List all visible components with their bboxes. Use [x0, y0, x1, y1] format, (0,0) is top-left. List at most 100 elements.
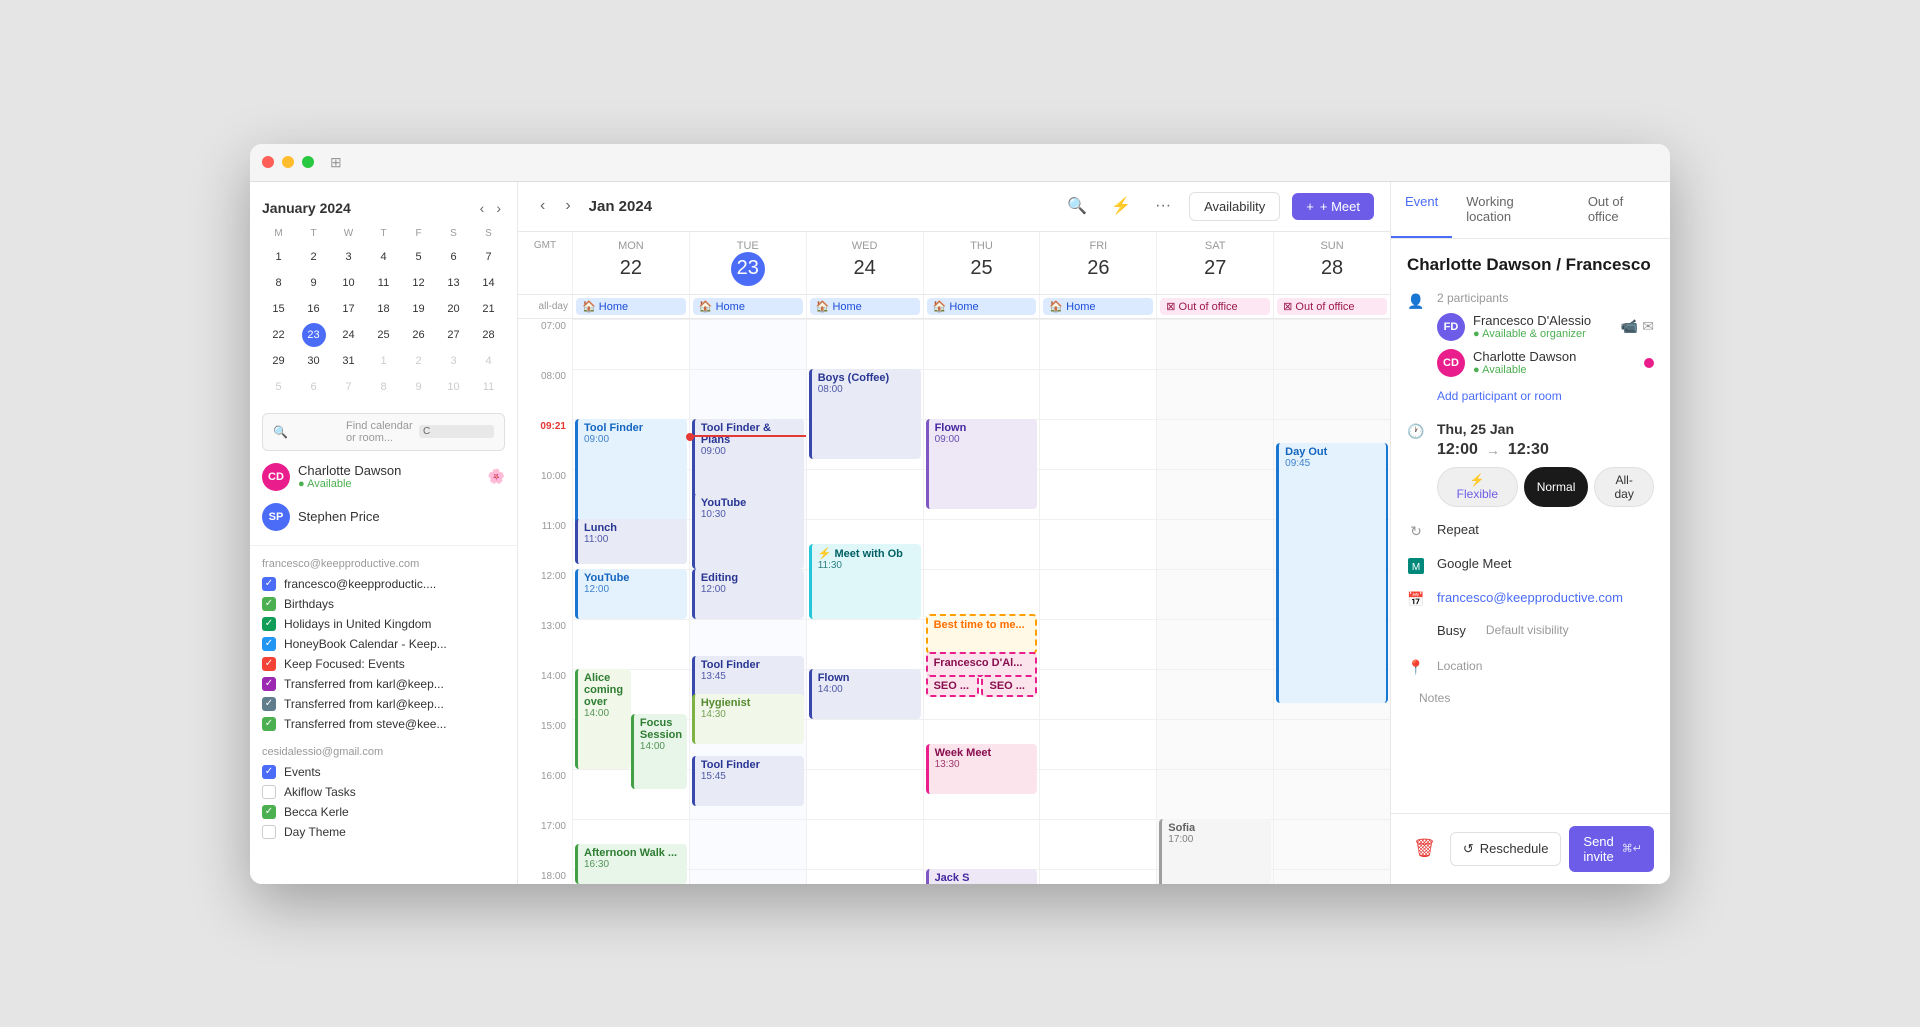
mini-cal-day-29[interactable]: 29	[267, 349, 291, 373]
normal-pill[interactable]: Normal	[1524, 467, 1589, 507]
cal-item-holidays[interactable]: ✓ Holidays in United Kingdom	[254, 614, 513, 634]
event-best-time-thu[interactable]: Best time to me...	[926, 614, 1038, 654]
event-editing-tue[interactable]: Editing 12:00	[692, 569, 804, 619]
allday-pill[interactable]: All-day	[1594, 467, 1654, 507]
mini-cal-day-9[interactable]: 9	[407, 375, 431, 399]
mini-cal-day-10[interactable]: 10	[337, 271, 361, 295]
mini-cal-day-13[interactable]: 13	[442, 271, 466, 295]
tab-event[interactable]: Event	[1391, 182, 1452, 238]
event-seo-thu1[interactable]: SEO ...	[926, 675, 980, 697]
user-stephen[interactable]: SP Stephen Price	[250, 497, 517, 537]
mini-cal-day-2[interactable]: 2	[302, 245, 326, 269]
mini-cal-day-24[interactable]: 24	[337, 323, 361, 347]
event-seo-thu2[interactable]: SEO ...	[981, 675, 1037, 697]
mini-cal-day-4[interactable]: 4	[477, 349, 501, 373]
cal-item-akiflow[interactable]: Akiflow Tasks	[254, 782, 513, 802]
allday-event-thu[interactable]: 🏠 Home	[927, 298, 1037, 315]
mini-cal-day-31[interactable]: 31	[337, 349, 361, 373]
event-youtube-mon[interactable]: YouTube 12:00	[575, 569, 687, 619]
mini-cal-day-11[interactable]: 11	[372, 271, 396, 295]
maximize-button[interactable]	[302, 156, 314, 168]
mini-cal-day-7[interactable]: 7	[477, 245, 501, 269]
minimize-button[interactable]	[282, 156, 294, 168]
event-afternoon-walk-mon[interactable]: Afternoon Walk ... 16:30	[575, 844, 687, 884]
event-meet-ob-wed[interactable]: ⚡ Meet with Ob 11:30	[809, 544, 921, 619]
cal-item-events[interactable]: ✓ Events	[254, 762, 513, 782]
sidebar-next-month[interactable]: ›	[492, 198, 505, 218]
allday-event-wed[interactable]: 🏠 Home	[810, 298, 920, 315]
event-tool-finder-tue3[interactable]: Tool Finder 15:45	[692, 756, 804, 806]
event-flown-wed[interactable]: Flown 14:00	[809, 669, 921, 719]
mini-cal-day-5[interactable]: 5	[267, 375, 291, 399]
cal-item-daytheme[interactable]: Day Theme	[254, 822, 513, 842]
sidebar-toggle-icon[interactable]: ⊞	[330, 154, 342, 171]
mini-cal-day-30[interactable]: 30	[302, 349, 326, 373]
allday-event-sun[interactable]: ⊠ Out of office	[1277, 298, 1387, 315]
mini-cal-day-3[interactable]: 3	[442, 349, 466, 373]
availability-button[interactable]: Availability	[1189, 192, 1280, 221]
mini-cal-day-2[interactable]: 2	[407, 349, 431, 373]
cal-prev-btn[interactable]: ‹	[534, 193, 551, 219]
lightning-button[interactable]: ⚡	[1105, 190, 1137, 222]
more-button[interactable]: ···	[1149, 191, 1177, 221]
mini-cal-day-8[interactable]: 8	[267, 271, 291, 295]
meet-button[interactable]: + + Meet	[1292, 193, 1374, 220]
mini-cal-day-3[interactable]: 3	[337, 245, 361, 269]
event-week-meet-thu[interactable]: Week Meet 13:30	[926, 744, 1038, 794]
mini-cal-day-22[interactable]: 22	[267, 323, 291, 347]
mini-cal-day-18[interactable]: 18	[372, 297, 396, 321]
event-lunch-mon[interactable]: Lunch 11:00	[575, 519, 687, 564]
cal-item-transferred3[interactable]: ✓ Transferred from steve@kee...	[254, 714, 513, 734]
mini-cal-day-1[interactable]: 1	[267, 245, 291, 269]
mini-cal-day-21[interactable]: 21	[477, 297, 501, 321]
mini-cal-day-4[interactable]: 4	[372, 245, 396, 269]
mini-cal-day-14[interactable]: 14	[477, 271, 501, 295]
search-bar[interactable]: 🔍 Find calendar or room... C	[250, 407, 517, 457]
mini-cal-day-16[interactable]: 16	[302, 297, 326, 321]
mini-cal-day-17[interactable]: 17	[337, 297, 361, 321]
mini-cal-day-6[interactable]: 6	[442, 245, 466, 269]
event-sofia-sat[interactable]: Sofia 17:00	[1159, 819, 1271, 884]
tab-out-of-office[interactable]: Out of office	[1574, 182, 1670, 238]
mini-cal-day-7[interactable]: 7	[337, 375, 361, 399]
mini-cal-day-1[interactable]: 1	[372, 349, 396, 373]
mini-cal-day-11[interactable]: 11	[477, 375, 501, 399]
sidebar-prev-month[interactable]: ‹	[476, 198, 489, 218]
cal-item-keepfocused[interactable]: ✓ Keep Focused: Events	[254, 654, 513, 674]
reschedule-button[interactable]: ↺ Reschedule	[1450, 832, 1562, 866]
event-alice-mon[interactable]: Alice coming over 14:00	[575, 669, 631, 769]
mini-cal-day-10[interactable]: 10	[442, 375, 466, 399]
mini-cal-day-25[interactable]: 25	[372, 323, 396, 347]
mini-cal-day-28[interactable]: 28	[477, 323, 501, 347]
allday-event-fri[interactable]: 🏠 Home	[1043, 298, 1153, 315]
allday-event-sat[interactable]: ⊠ Out of office	[1160, 298, 1270, 315]
event-boys-coffee-wed[interactable]: Boys (Coffee) 08:00	[809, 369, 921, 459]
cal-item-becca[interactable]: ✓ Becca Kerle	[254, 802, 513, 822]
mini-cal-day-15[interactable]: 15	[267, 297, 291, 321]
mini-cal-day-8[interactable]: 8	[372, 375, 396, 399]
mini-cal-day-19[interactable]: 19	[407, 297, 431, 321]
search-button[interactable]: 🔍	[1061, 190, 1093, 222]
mini-cal-day-23[interactable]: 23	[302, 323, 326, 347]
event-francesco-thu[interactable]: Francesco D'Al...	[926, 652, 1038, 677]
event-focus-session-mon[interactable]: Focus Session 14:00	[631, 714, 687, 789]
cal-next-btn[interactable]: ›	[559, 193, 576, 219]
cal-item-main[interactable]: ✓ francesco@keepproductic....	[254, 574, 513, 594]
cal-item-transferred2[interactable]: ✓ Transferred from karl@keep...	[254, 694, 513, 714]
cal-item-birthdays[interactable]: ✓ Birthdays	[254, 594, 513, 614]
user-charlotte[interactable]: CD Charlotte Dawson ● Available 🌸	[250, 457, 517, 497]
close-button[interactable]	[262, 156, 274, 168]
mini-cal-day-5[interactable]: 5	[407, 245, 431, 269]
mini-cal-day-26[interactable]: 26	[407, 323, 431, 347]
event-day-out-sun[interactable]: Day Out 09:45	[1276, 443, 1388, 703]
event-youtube-tue[interactable]: YouTube 10:30	[692, 494, 804, 569]
delete-event-button[interactable]: 🗑	[1407, 832, 1442, 865]
cal-item-transferred1[interactable]: ✓ Transferred from karl@keep...	[254, 674, 513, 694]
mini-cal-day-6[interactable]: 6	[302, 375, 326, 399]
add-participant-link[interactable]: Add participant or room	[1437, 385, 1654, 407]
mini-cal-day-9[interactable]: 9	[302, 271, 326, 295]
event-jack-thu[interactable]: Jack S 18:00	[926, 869, 1038, 884]
tab-working-location[interactable]: Working location	[1452, 182, 1574, 238]
mini-cal-day-20[interactable]: 20	[442, 297, 466, 321]
mini-cal-day-27[interactable]: 27	[442, 323, 466, 347]
